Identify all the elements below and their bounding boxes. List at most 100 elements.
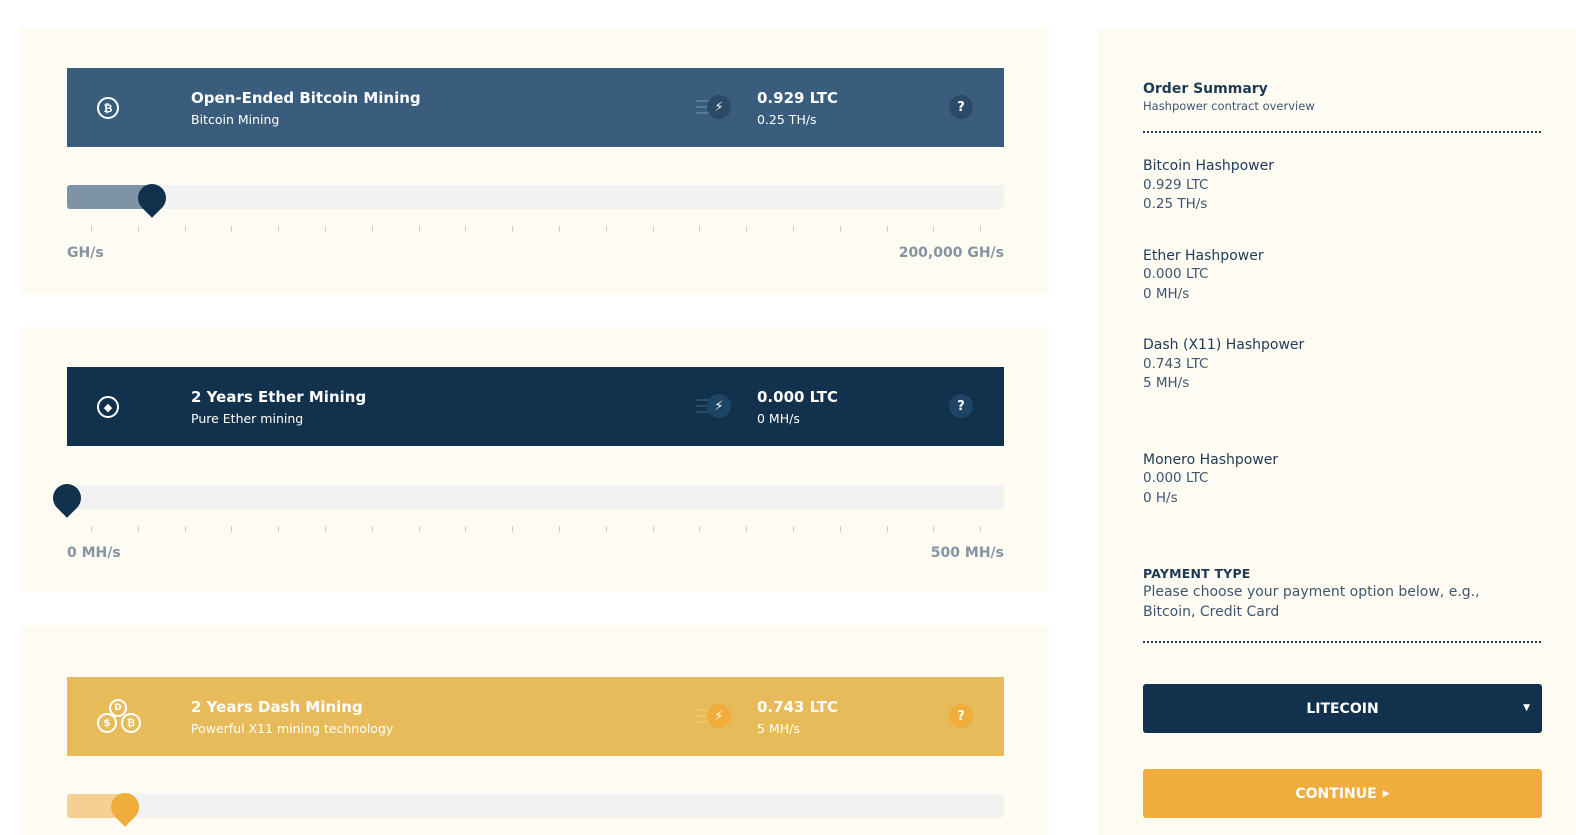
slider-tick — [933, 526, 935, 532]
slider-tick — [839, 226, 841, 232]
slider-tick — [746, 226, 748, 232]
slider-ticks — [67, 526, 1004, 534]
contract-value: 0.000 LTC — [757, 388, 838, 406]
slider-tick — [559, 526, 560, 532]
summary-item-rate: 0 MH/s — [1143, 286, 1190, 302]
payment-type-label: PAYMENT TYPE — [1143, 566, 1251, 581]
slider-tick — [605, 226, 607, 232]
summary-item-value: 0.743 LTC — [1143, 356, 1209, 372]
slider-tick — [980, 526, 982, 532]
order-summary-subtitle: Hashpower contract overview — [1143, 99, 1315, 113]
slider-tick — [793, 226, 794, 232]
slider-tick — [418, 226, 420, 232]
slider-tick — [137, 526, 139, 532]
slider-tick — [465, 526, 467, 532]
slider-min-label: 0 MH/s — [67, 545, 121, 561]
contract-banner-dash: D $ ₿ 2 Years Dash Mining Powerful X11 m… — [67, 677, 1004, 756]
hashpower-slider-bitcoin[interactable] — [67, 185, 1004, 209]
summary-item-rate: 0 H/s — [1143, 490, 1178, 506]
contract-rate: 0 MH/s — [757, 411, 800, 426]
ether-icon: ◆ — [97, 396, 119, 418]
summary-item-value: 0.000 LTC — [1143, 266, 1209, 282]
payment-method-value: LITECOIN — [1306, 700, 1379, 717]
slider-tick — [886, 226, 888, 232]
contract-banner-ether: ◆ 2 Years Ether Mining Pure Ether mining… — [67, 367, 1004, 446]
speed-line — [696, 411, 709, 413]
slider-tick — [231, 226, 233, 232]
slider-tick — [793, 526, 794, 532]
contract-panel-bitcoin: ₿ Open-Ended Bitcoin Mining Bitcoin Mini… — [21, 27, 1049, 294]
slider-tick — [465, 226, 467, 232]
divider — [1143, 641, 1541, 643]
order-summary-title: Order Summary — [1143, 81, 1268, 97]
contract-title: 2 Years Dash Mining — [191, 698, 363, 716]
slider-tick — [652, 226, 654, 232]
contract-subtitle: Powerful X11 mining technology — [191, 721, 394, 736]
slider-tick — [91, 526, 92, 532]
slider-tick — [886, 526, 888, 532]
help-button[interactable]: ? — [949, 394, 973, 418]
payment-method-select[interactable]: LITECOIN ▼ — [1143, 684, 1542, 733]
hashpower-slider-dash[interactable] — [67, 794, 1004, 818]
contract-value: 0.743 LTC — [757, 698, 838, 716]
slider-tick — [278, 226, 280, 232]
hashpower-slider-ether[interactable] — [67, 485, 1004, 509]
slider-tick — [137, 226, 139, 232]
summary-item-title: Ether Hashpower — [1143, 248, 1264, 264]
slider-tick — [980, 226, 982, 232]
slider-tick — [325, 226, 326, 232]
slider-tick — [512, 226, 514, 232]
help-button[interactable]: ? — [949, 95, 973, 119]
slider-tick — [559, 226, 560, 232]
slider-tick — [325, 526, 326, 532]
lightning-icon: ⚡ — [707, 704, 731, 728]
summary-item-rate: 5 MH/s — [1143, 375, 1190, 391]
summary-item-title: Bitcoin Hashpower — [1143, 158, 1275, 174]
continue-button[interactable]: CONTINUE ▶ — [1143, 769, 1542, 818]
slider-tick — [652, 526, 654, 532]
contract-panel-dash: D $ ₿ 2 Years Dash Mining Powerful X11 m… — [21, 626, 1049, 835]
lightning-icon: ⚡ — [707, 95, 731, 119]
slider-ticks — [67, 226, 1004, 234]
speed-line — [696, 112, 709, 114]
slider-tick — [839, 526, 841, 532]
contract-subtitle: Pure Ether mining — [191, 411, 304, 426]
contract-rate: 5 MH/s — [757, 721, 800, 736]
summary-item-value: 0.000 LTC — [1143, 470, 1209, 486]
slider-tick — [699, 226, 701, 232]
continue-label: CONTINUE — [1295, 785, 1377, 802]
slider-tick — [746, 526, 748, 532]
caret-right-icon: ▶ — [1382, 788, 1390, 799]
summary-item-title: Monero Hashpower — [1143, 452, 1279, 468]
slider-tick — [699, 526, 701, 532]
slider-tick — [184, 226, 186, 232]
slider-tick — [371, 526, 373, 532]
dash-coins-icon: D $ ₿ — [95, 699, 145, 739]
slider-tick — [231, 526, 233, 532]
slider-tick — [91, 226, 92, 232]
slider-tick — [418, 526, 420, 532]
contract-subtitle: Bitcoin Mining — [191, 112, 280, 127]
speed-line — [696, 721, 709, 723]
slider-tick — [184, 526, 186, 532]
slider-max-label: 200,000 GH/s — [898, 245, 1004, 261]
divider — [1143, 131, 1541, 133]
slider-tick — [933, 226, 935, 232]
slider-max-label: 500 MH/s — [930, 545, 1004, 561]
summary-item-title: Dash (X11) Hashpower — [1143, 337, 1305, 353]
summary-item-value: 0.929 LTC — [1143, 177, 1209, 193]
contract-panel-ether: ◆ 2 Years Ether Mining Pure Ether mining… — [21, 327, 1049, 592]
contract-title: 2 Years Ether Mining — [191, 388, 367, 406]
contract-banner-bitcoin: ₿ Open-Ended Bitcoin Mining Bitcoin Mini… — [67, 68, 1004, 147]
order-summary-panel: Order Summary Hashpower contract overvie… — [1098, 27, 1576, 835]
slider-tick — [512, 526, 514, 532]
contract-title: Open-Ended Bitcoin Mining — [191, 89, 421, 107]
slider-min-label: GH/s — [67, 245, 104, 261]
caret-down-icon: ▼ — [1523, 703, 1530, 713]
lightning-icon: ⚡ — [707, 394, 731, 418]
slider-tick — [278, 526, 280, 532]
contract-rate: 0.25 TH/s — [757, 112, 817, 127]
bitcoin-icon: ₿ — [97, 97, 119, 119]
help-button[interactable]: ? — [949, 704, 973, 728]
payment-type-description: Please choose your payment option below,… — [1143, 584, 1480, 620]
